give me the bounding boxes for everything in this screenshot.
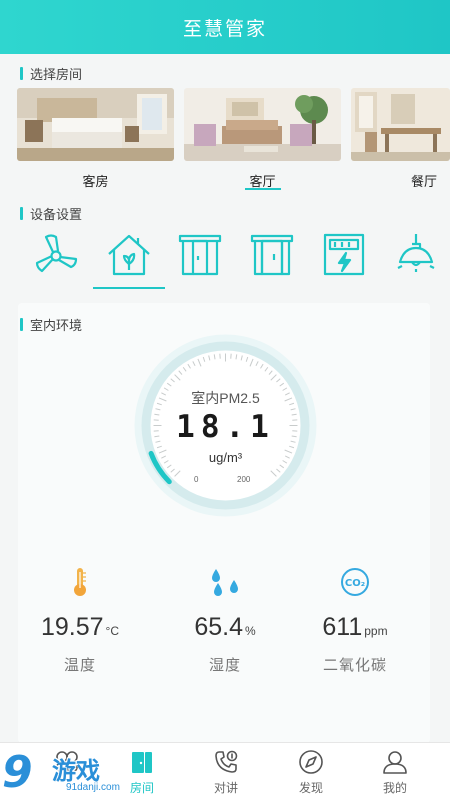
svg-text:CO₂: CO₂ <box>345 578 365 589</box>
tab-intercom[interactable]: 对讲 <box>181 743 271 800</box>
device-selector[interactable] <box>0 232 450 292</box>
room-card-living[interactable]: 客厅 <box>184 88 341 190</box>
co2-icon: CO₂ <box>295 565 415 599</box>
humidity-unit: % <box>245 624 256 638</box>
curtain-icon <box>250 234 294 276</box>
device-fan[interactable] <box>20 232 92 288</box>
tab-intercom-label: 对讲 <box>213 781 238 795</box>
ceiling-lamp-icon <box>397 234 435 272</box>
user-icon <box>383 751 407 774</box>
metric-temperature: 19.57 °C 温度 <box>20 565 140 675</box>
pm25-gauge-readout: 室内PM2.5 18.1 ug/m³ 0 200 <box>133 333 318 518</box>
watermark-name: 游戏 <box>52 758 100 785</box>
pm25-scale-min: 0 <box>194 475 199 484</box>
power-meter-icon <box>323 233 365 276</box>
rooms-section-label: 选择房间 <box>20 64 82 83</box>
room-label-guest: 客房 <box>82 174 109 189</box>
device-curtain-2[interactable] <box>236 232 308 288</box>
site-watermark: 9 游戏 91danji.com <box>0 745 150 800</box>
pm25-scale-max: 200 <box>237 475 251 484</box>
environment-section-label: 室内环境 <box>20 315 82 334</box>
pm25-title: 室内PM2.5 <box>191 390 260 406</box>
humidity-label: 湿度 <box>208 657 241 674</box>
temperature-unit: °C <box>105 624 120 638</box>
curtain-icon <box>178 234 222 276</box>
metric-co2: CO₂ 611 ppm 二氧化碳 <box>295 565 415 675</box>
room-card-dining[interactable]: 餐厅 <box>351 88 450 189</box>
thermometer-icon <box>20 565 140 599</box>
co2-value: 611 <box>322 613 363 641</box>
device-home[interactable] <box>93 232 165 288</box>
co2-label: 二氧化碳 <box>322 657 387 674</box>
tab-discover[interactable]: 发现 <box>266 743 356 800</box>
temperature-reading: 19.57 °C <box>20 613 140 642</box>
section-marker <box>20 67 23 80</box>
room-photo-living <box>184 88 341 161</box>
devices-section-title: 设备设置 <box>30 207 83 222</box>
pm25-unit: ug/m³ <box>208 450 243 465</box>
compass-icon <box>299 750 323 774</box>
room-carousel[interactable]: 客房 客厅 餐厅 <box>0 88 450 190</box>
pm25-value: 18.1 <box>176 409 275 445</box>
app-header: 至慧管家 <box>0 0 450 54</box>
metric-humidity: 65.4% 湿度 <box>165 565 285 675</box>
temperature-value: 19.57 <box>40 613 104 641</box>
device-selected-indicator <box>93 287 165 289</box>
room-card-guest[interactable]: 客房 <box>17 88 174 189</box>
tab-profile[interactable]: 我的 <box>350 743 440 800</box>
humidity-value: 65.4 <box>194 613 243 641</box>
intercom-icon <box>215 750 238 773</box>
watermark-url: 91danji.com <box>66 782 120 793</box>
room-selected-indicator <box>244 188 281 190</box>
section-marker <box>20 207 23 220</box>
room-photo-dining <box>351 88 450 161</box>
fan-icon <box>35 234 78 273</box>
room-label-dining: 餐厅 <box>410 174 437 189</box>
devices-section-label: 设备设置 <box>20 204 82 223</box>
rooms-section-title: 选择房间 <box>30 67 83 82</box>
pm25-gauge: 室内PM2.5 18.1 ug/m³ 0 200 <box>133 333 318 518</box>
water-drops-icon <box>165 565 285 599</box>
tab-profile-label: 我的 <box>382 781 407 795</box>
page-title: 至慧管家 <box>182 18 267 40</box>
section-marker <box>20 318 23 331</box>
home-icon <box>108 234 150 276</box>
device-ceiling-lamp[interactable] <box>380 232 450 288</box>
humidity-reading: 65.4% <box>165 613 285 642</box>
tab-discover-label: 发现 <box>298 781 323 795</box>
device-power-meter[interactable] <box>308 232 380 288</box>
co2-reading: 611 ppm <box>295 613 415 642</box>
co2-unit: ppm <box>364 624 388 638</box>
temperature-label: 温度 <box>63 657 96 674</box>
room-photo-bedroom <box>17 88 174 161</box>
environment-section-title: 室内环境 <box>30 318 83 333</box>
device-curtain-1[interactable] <box>164 232 236 288</box>
watermark-logo: 9 <box>2 747 33 798</box>
